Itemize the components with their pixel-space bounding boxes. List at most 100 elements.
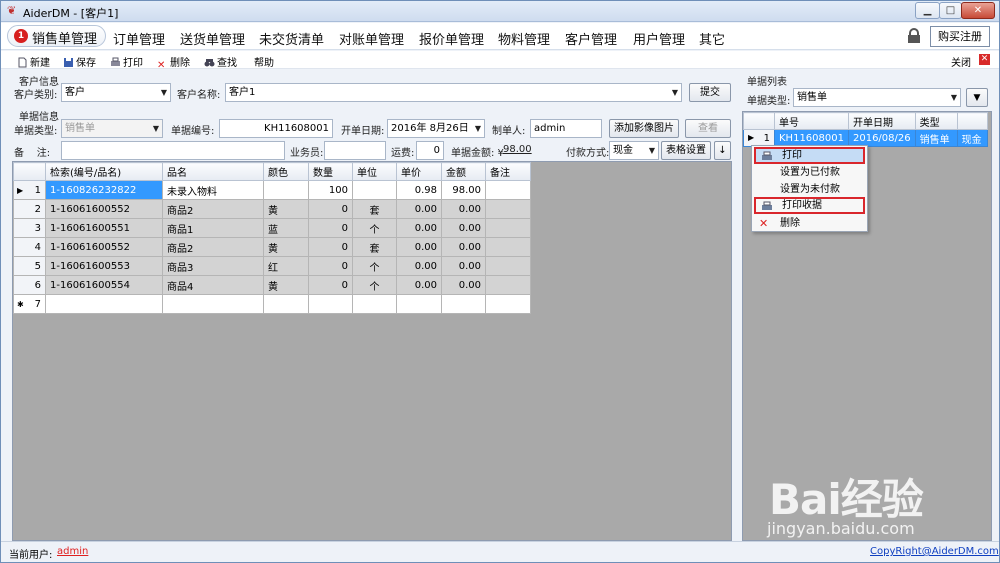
close-tab-icon[interactable]: ✕ (979, 54, 990, 65)
cell-qty[interactable] (308, 294, 353, 314)
lock-icon[interactable] (907, 28, 921, 44)
cell-amount[interactable]: 0.00 (441, 256, 486, 276)
col-note[interactable]: 备注 (485, 162, 531, 181)
cell-price[interactable]: 0.00 (396, 256, 442, 276)
new-button[interactable]: 新建 (17, 54, 50, 69)
list-cell-pay[interactable]: 现金 (956, 129, 988, 147)
col-name[interactable]: 品名 (162, 162, 264, 181)
customer-name-select[interactable]: 客户1 ▼ (225, 83, 682, 102)
cell-note[interactable] (485, 199, 531, 219)
close-window-button[interactable]: ✕ (961, 2, 995, 19)
customer-type-select[interactable]: 客户 ▼ (61, 83, 171, 102)
cell-price[interactable]: 0.00 (396, 199, 442, 219)
list-col-pay[interactable] (956, 112, 988, 130)
table-row[interactable]: 3 1-16061600551 商品1 蓝 0 个 0.00 0.00 (13, 218, 531, 238)
row-header[interactable]: 6 (13, 275, 46, 295)
cell-price[interactable]: 0.00 (396, 218, 442, 238)
cell-price[interactable] (396, 294, 442, 314)
maximize-button[interactable]: □ (939, 2, 962, 19)
save-button[interactable]: 保存 (63, 54, 96, 69)
cell-code[interactable] (45, 294, 163, 314)
table-row[interactable]: 5 1-16061600553 商品3 红 0 个 0.00 0.00 (13, 256, 531, 276)
cell-amount[interactable]: 0.00 (441, 237, 486, 257)
col-price[interactable]: 单价 (396, 162, 442, 181)
table-row[interactable]: 6 1-16061600554 商品4 黄 0 个 0.00 0.00 (13, 275, 531, 295)
cell-unit[interactable]: 个 (352, 218, 397, 238)
ctx-print[interactable]: 打印 (754, 147, 865, 164)
list-cell-date[interactable]: 2016/08/26 (847, 129, 916, 147)
cell-unit[interactable]: 套 (352, 237, 397, 257)
cell-name[interactable]: 商品2 (162, 199, 264, 219)
cell-code[interactable]: 1-16061600553 (45, 256, 163, 276)
note-input[interactable] (61, 141, 285, 160)
cell-unit[interactable] (352, 294, 397, 314)
menu-delivery[interactable]: 送货单管理 (180, 29, 245, 48)
cell-note[interactable] (485, 218, 531, 238)
down-arrow-button[interactable]: ↓ (714, 141, 731, 160)
doc-no-input[interactable]: KH11608001 (219, 119, 333, 138)
cell-color[interactable]: 黄 (263, 275, 309, 295)
current-user-link[interactable]: admin (57, 546, 88, 557)
cell-name[interactable]: 商品3 (162, 256, 264, 276)
col-qty[interactable]: 数量 (308, 162, 353, 181)
col-color[interactable]: 颜色 (263, 162, 309, 181)
list-col-date[interactable]: 开单日期 (847, 112, 916, 130)
list-cell-no[interactable]: KH11608001 (774, 129, 849, 147)
table-row[interactable]: ▶ 1 1-160826232822 未录入物料 100 0.98 98.00 (13, 180, 531, 200)
cell-qty[interactable]: 0 (308, 218, 353, 238)
cell-amount[interactable]: 0.00 (441, 218, 486, 238)
cell-note[interactable] (485, 180, 531, 200)
table-row[interactable]: 2 1-16061600552 商品2 黄 0 套 0.00 0.00 (13, 199, 531, 219)
cell-amount[interactable]: 98.00 (441, 180, 486, 200)
menu-orders[interactable]: 订单管理 (113, 29, 165, 48)
cell-qty[interactable]: 0 (308, 199, 353, 219)
cell-note[interactable] (485, 237, 531, 257)
cell-code[interactable]: 1-16061600554 (45, 275, 163, 295)
row-header[interactable]: 3 (13, 218, 46, 238)
add-image-button[interactable]: 添加影像图片 (609, 119, 679, 138)
menu-other[interactable]: 其它 (699, 29, 725, 48)
list-item[interactable]: ▶ 1 KH11608001 2016/08/26 销售单 现金 (743, 129, 988, 147)
cell-name[interactable]: 商品1 (162, 218, 264, 238)
row-header[interactable]: ✱ 7 (13, 294, 46, 314)
menu-users[interactable]: 用户管理 (633, 29, 685, 48)
cell-unit[interactable] (352, 180, 397, 200)
row-header[interactable]: 4 (13, 237, 46, 257)
cell-color[interactable]: 黄 (263, 237, 309, 257)
list-col-no[interactable]: 单号 (774, 112, 849, 130)
help-button[interactable]: 帮助 (254, 54, 274, 69)
cell-name[interactable]: 商品2 (162, 237, 264, 257)
cell-amount[interactable] (441, 294, 486, 314)
cell-unit[interactable]: 个 (352, 275, 397, 295)
cell-note[interactable] (485, 294, 531, 314)
sales-input[interactable] (324, 141, 386, 160)
list-filter-button[interactable]: ▼ (966, 88, 988, 107)
menu-customers[interactable]: 客户管理 (565, 29, 617, 48)
cell-name[interactable]: 商品4 (162, 275, 264, 295)
col-unit[interactable]: 单位 (352, 162, 397, 181)
list-col-type[interactable]: 类型 (914, 112, 958, 130)
cell-color[interactable]: 红 (263, 256, 309, 276)
menu-sales[interactable]: 1 销售单管理 (7, 25, 107, 47)
print-button[interactable]: 打印 (110, 54, 143, 69)
cell-color[interactable]: 蓝 (263, 218, 309, 238)
buy-register-button[interactable]: 购买注册 (930, 26, 990, 47)
delete-button[interactable]: ✕ 删除 (157, 54, 190, 71)
menu-statements[interactable]: 对账单管理 (339, 29, 404, 48)
cell-name[interactable]: 未录入物料 (162, 180, 264, 200)
submit-button[interactable]: 提交 (689, 83, 731, 102)
cell-name[interactable] (162, 294, 264, 314)
col-amount[interactable]: 金额 (441, 162, 486, 181)
cell-qty[interactable]: 100 (308, 180, 353, 200)
row-header[interactable]: ▶ 1 (13, 180, 46, 200)
row-header[interactable]: 2 (13, 199, 46, 219)
grid-settings-button[interactable]: 表格设置 (661, 141, 711, 160)
cell-amount[interactable]: 0.00 (441, 199, 486, 219)
cell-qty[interactable]: 0 (308, 237, 353, 257)
cell-price[interactable]: 0.98 (396, 180, 442, 200)
cell-qty[interactable]: 0 (308, 256, 353, 276)
cell-note[interactable] (485, 275, 531, 295)
find-button[interactable]: 查找 (204, 54, 237, 69)
ctx-set-unpaid[interactable]: 设置为未付款 (754, 181, 865, 198)
copyright-link[interactable]: CopyRight@AiderDM.com (870, 546, 999, 557)
